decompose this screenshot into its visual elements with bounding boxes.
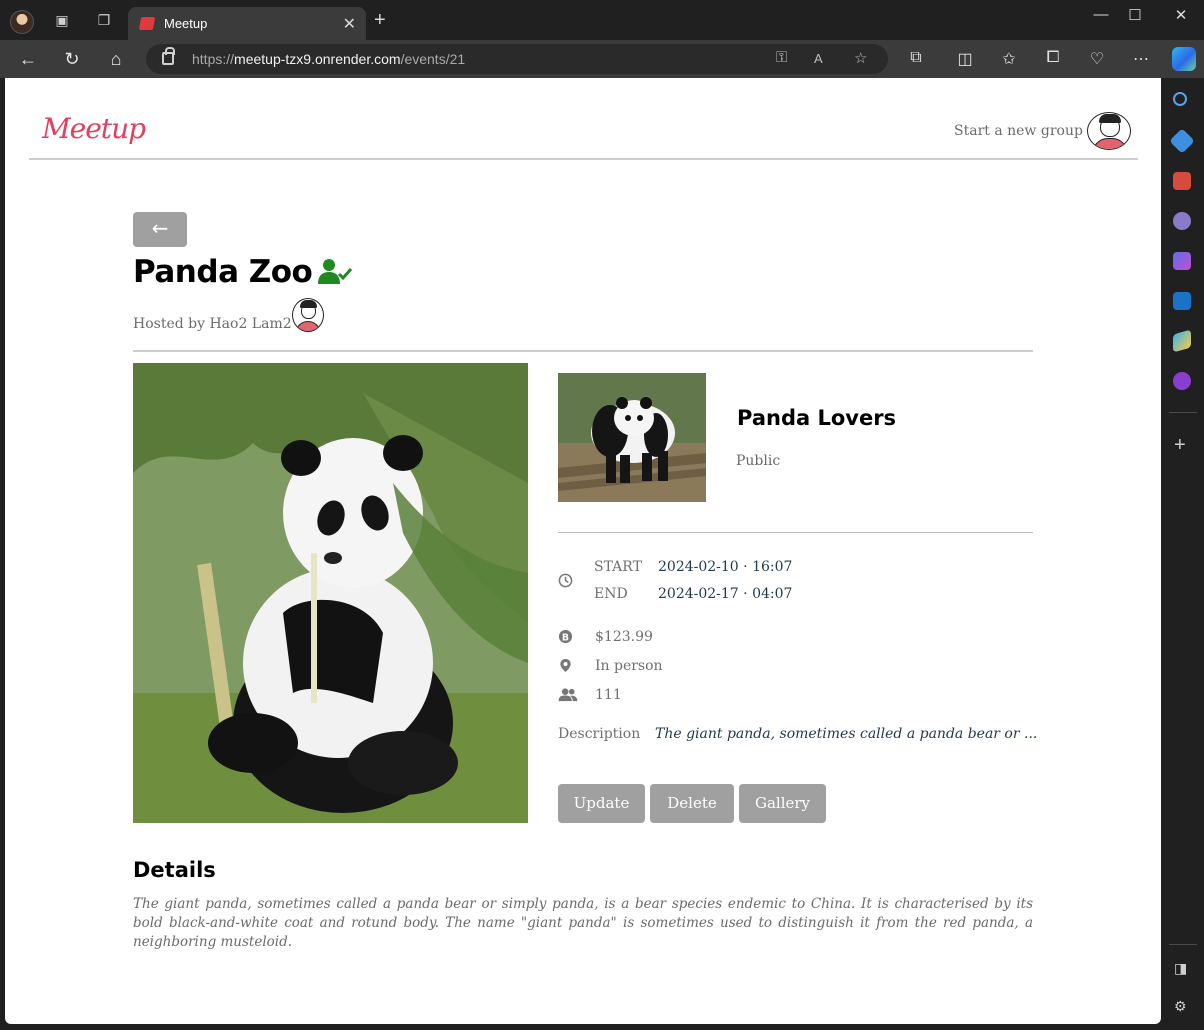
page-viewport: Meetup Start a new group ← Panda Zoo Hos… (5, 78, 1161, 1024)
clock-icon (558, 573, 573, 588)
host-avatar (292, 298, 324, 332)
header-divider (29, 158, 1138, 160)
favorite-star-icon[interactable]: ☆ (854, 49, 867, 67)
lock-icon (162, 47, 175, 65)
description-preview: The giant panda, sometimes called a pand… (655, 726, 1038, 742)
tab-meetup[interactable]: Meetup ✕ (128, 7, 366, 40)
tab-close-icon[interactable]: ✕ (343, 14, 356, 34)
meetup-logo[interactable]: Meetup (42, 112, 146, 145)
browser-essentials-icon[interactable]: ♡ (1087, 49, 1107, 69)
user-menu-avatar[interactable] (1087, 112, 1131, 150)
workspaces-icon[interactable]: ▣ (52, 10, 72, 30)
attendees-icon (558, 688, 578, 702)
copilot-icon[interactable] (1172, 47, 1196, 71)
svg-text:B: B (562, 632, 569, 643)
read-aloud-icon[interactable]: A (814, 51, 823, 66)
user-check-icon (318, 259, 352, 284)
event-type-value: In person (595, 658, 663, 674)
address-bar[interactable]: https://meetup-tzx9.onrender.com/events/… (146, 44, 888, 74)
hosted-by-text: Hosted by Hao2 Lam2 (133, 316, 292, 332)
sidebar-divider-bottom (1169, 944, 1197, 945)
group-image[interactable] (558, 373, 706, 502)
delete-button[interactable]: Delete (650, 784, 734, 823)
shopping-tag-icon[interactable] (1169, 128, 1195, 154)
details-text: The giant panda, sometimes called a pand… (133, 896, 1033, 950)
maximize-button[interactable]: ☐ (1112, 6, 1158, 24)
meetup-favicon-icon (138, 17, 156, 30)
end-label: END (594, 586, 628, 602)
microsoft-365-icon[interactable] (1173, 252, 1191, 270)
details-heading: Details (133, 858, 216, 882)
split-screen-icon[interactable]: ◫ (955, 49, 975, 69)
group-name[interactable]: Panda Lovers (737, 406, 896, 430)
attendees-value: 111 (595, 687, 622, 703)
more-menu-icon[interactable]: ⋯ (1131, 49, 1151, 69)
back-button[interactable]: ← (133, 212, 187, 247)
key-icon[interactable]: ⚿ (776, 49, 787, 66)
extensions-icon[interactable]: ⧉ (906, 49, 926, 67)
favorites-icon[interactable]: ✩ (999, 49, 1019, 69)
tab-title: Meetup (164, 16, 208, 31)
games-icon[interactable] (1173, 212, 1191, 230)
browser-tab-bar: ▣ ❐ Meetup ✕ + — ☐ ✕ (0, 0, 1204, 40)
tab-actions-icon[interactable]: ❐ (94, 10, 114, 30)
title-divider (133, 350, 1033, 352)
event-image (133, 363, 528, 823)
profile-avatar-icon[interactable] (10, 10, 34, 34)
new-tab-button[interactable]: + (374, 10, 386, 30)
search-icon[interactable] (1173, 92, 1187, 106)
send-icon[interactable] (1173, 329, 1191, 353)
hide-sidebar-icon[interactable]: ◨ (1174, 960, 1187, 977)
event-title: Panda Zoo (133, 254, 313, 290)
start-new-group-link[interactable]: Start a new group (954, 123, 1083, 139)
group-privacy: Public (736, 453, 781, 469)
sidebar-divider (1169, 412, 1197, 413)
add-sidebar-app-icon[interactable]: + (1174, 435, 1186, 455)
group-divider (558, 532, 1033, 533)
browser-sidebar: + ◨ ⚙ (1161, 78, 1204, 1030)
start-value: 2024-02-10 · 16:07 (658, 559, 793, 575)
location-pin-icon (560, 658, 571, 673)
home-button[interactable]: ⌂ (105, 48, 127, 70)
end-value: 2024-02-17 · 04:07 (658, 586, 793, 602)
outlook-icon[interactable] (1173, 292, 1191, 310)
gallery-button[interactable]: Gallery (739, 784, 826, 823)
back-nav-button[interactable]: ← (17, 48, 39, 70)
collections-icon[interactable]: ⧠ (1043, 49, 1063, 67)
refresh-button[interactable]: ↻ (61, 48, 83, 70)
settings-gear-icon[interactable]: ⚙ (1174, 998, 1187, 1015)
update-button[interactable]: Update (558, 784, 645, 823)
extension-u-icon[interactable] (1173, 372, 1191, 390)
price-value: $123.99 (595, 629, 653, 645)
description-label: Description (558, 726, 641, 742)
close-window-button[interactable]: ✕ (1158, 6, 1204, 24)
url-text: https://meetup-tzx9.onrender.com/events/… (192, 51, 466, 67)
price-coin-icon: B (558, 629, 573, 643)
browser-toolbar: ← ↻ ⌂ https://meetup-tzx9.onrender.com/e… (0, 40, 1204, 78)
start-label: START (594, 559, 642, 575)
tools-icon[interactable] (1173, 172, 1191, 190)
